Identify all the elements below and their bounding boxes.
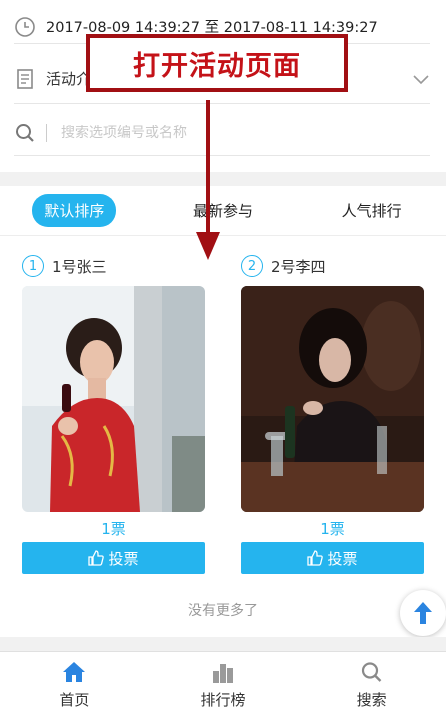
no-more-text: 没有更多了: [188, 603, 258, 619]
chevron-down-icon[interactable]: [412, 70, 430, 88]
back-to-top-button[interactable]: [400, 590, 446, 636]
tab-search-label: 搜索: [356, 690, 387, 709]
annotation-banner: 打开活动页面: [86, 34, 348, 92]
entry-photo[interactable]: [22, 286, 205, 512]
entry-vote-count: 1票: [101, 520, 126, 538]
entry-number-badge: 1: [22, 255, 44, 277]
section-divider: [0, 637, 446, 651]
entry-photo[interactable]: [241, 286, 424, 512]
vote-button[interactable]: 投票: [22, 542, 205, 574]
tab-latest[interactable]: 最新参与: [149, 200, 298, 221]
sort-tabs: 默认排序 最新参与 人气排行: [0, 186, 446, 236]
tab-popularity[interactable]: 人气排行: [297, 200, 446, 221]
entry-card: 2 2号李四 1票 投票: [241, 250, 424, 574]
entry-name[interactable]: 1号张三: [52, 256, 107, 277]
tab-search[interactable]: 搜索: [297, 652, 446, 718]
entry-number-badge: 2: [241, 255, 263, 277]
entry-card: 1 1号张三 1票 投票: [22, 250, 205, 574]
entry-list: 1 1号张三 1票 投票 2 2号李四 1票 投票: [22, 250, 424, 574]
annotation-arrow: [196, 100, 220, 260]
arrow-up-icon: [414, 602, 432, 624]
ranking-icon: [213, 663, 233, 683]
tab-home-label: 首页: [59, 690, 90, 709]
entry-name[interactable]: 2号李四: [271, 256, 326, 277]
search-divider: [46, 123, 47, 142]
tab-ranking[interactable]: 排行榜: [149, 652, 298, 718]
search-input[interactable]: [61, 124, 430, 141]
section-divider: [0, 172, 446, 186]
search-icon: [361, 661, 382, 682]
document-icon: [17, 68, 33, 89]
bottom-tab-bar: 首页 排行榜 搜索: [0, 651, 446, 718]
tab-home[interactable]: 首页: [0, 652, 149, 718]
clock-icon: [15, 16, 35, 37]
tab-ranking-label: 排行榜: [200, 690, 246, 709]
tab-default-sort[interactable]: 默认排序: [0, 194, 149, 227]
thumbs-up-icon: [307, 550, 324, 566]
search-bar: [14, 110, 430, 156]
vote-button[interactable]: 投票: [241, 542, 424, 574]
thumbs-up-icon: [88, 550, 105, 566]
search-icon: [16, 123, 34, 142]
entry-vote-count: 1票: [320, 520, 345, 538]
home-icon: [63, 661, 86, 682]
